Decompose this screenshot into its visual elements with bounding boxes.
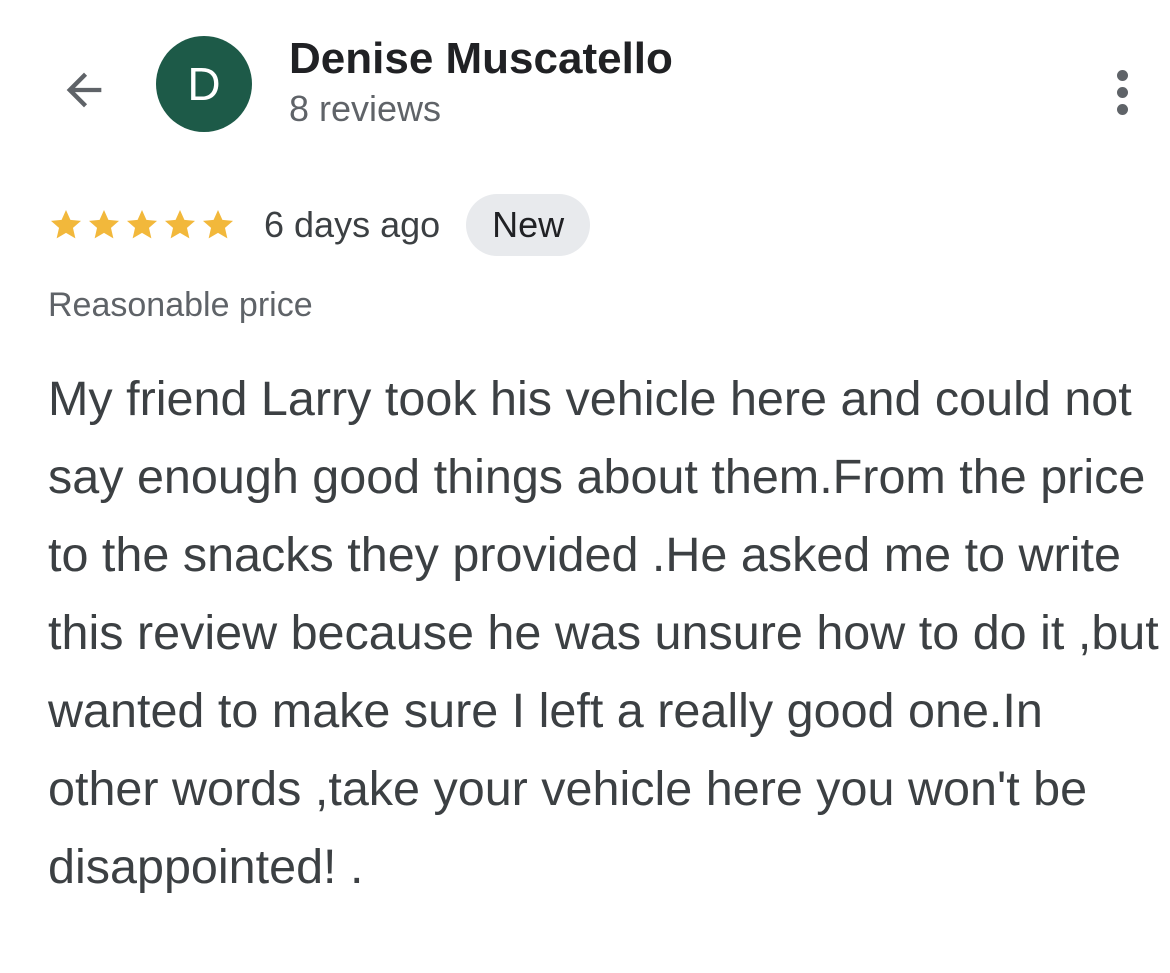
star-icon [51, 210, 81, 239]
arrow-left-icon [66, 72, 102, 108]
back-button[interactable] [52, 58, 116, 122]
new-badge: New [466, 194, 591, 256]
star-icon [127, 210, 157, 239]
star-rating [48, 207, 236, 243]
more-vertical-icon [1116, 69, 1128, 81]
avatar[interactable]: D [156, 36, 252, 132]
reviewer-review-count[interactable]: 8 reviews [289, 88, 441, 130]
avatar-initial: D [187, 58, 221, 110]
star-icon [165, 210, 195, 239]
review-text: My friend Larry took his vehicle here an… [48, 372, 1159, 894]
more-options-button[interactable] [1100, 60, 1144, 124]
star-icon [203, 210, 233, 239]
review-attribute: Reasonable price [48, 286, 313, 324]
reviewer-name[interactable]: Denise Muscatello [289, 34, 673, 84]
review-date: 6 days ago [264, 204, 441, 245]
review-header: D Denise Muscatello 8 reviews [0, 0, 1170, 160]
more-vertical-icon-dot [1116, 103, 1128, 115]
review-meta-row: 6 days ago New [48, 192, 591, 258]
more-vertical-icon-dot [1116, 86, 1128, 98]
star-icon [89, 210, 119, 239]
